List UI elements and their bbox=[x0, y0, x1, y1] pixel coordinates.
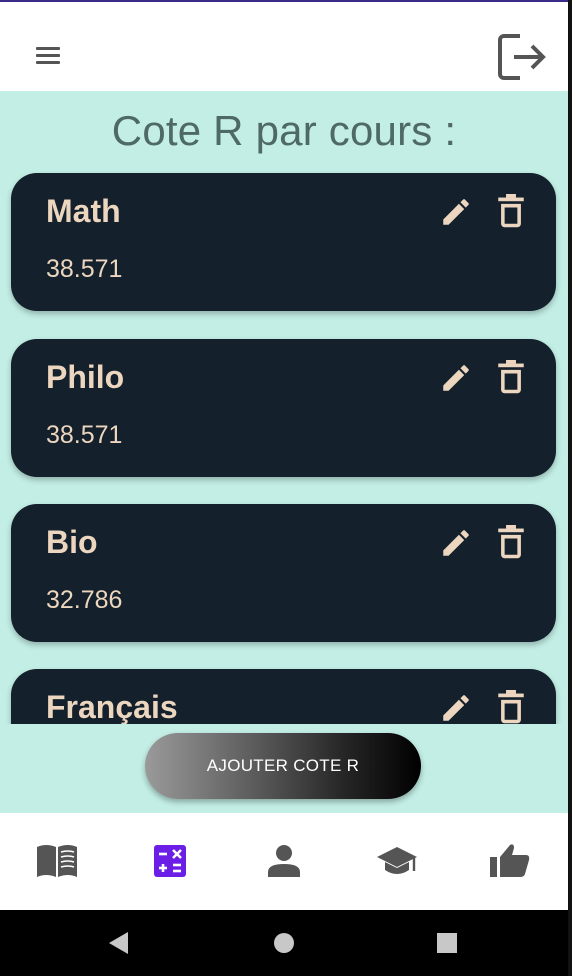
system-navigation-bar bbox=[0, 910, 568, 976]
course-card[interactable]: Bio 32.786 bbox=[11, 504, 556, 642]
nav-item-profile[interactable] bbox=[262, 841, 306, 881]
course-cote-r: 32.786 bbox=[46, 586, 123, 614]
menu-icon-bar bbox=[36, 47, 60, 50]
nav-item-rate[interactable] bbox=[488, 841, 532, 881]
course-cote-r: 38.571 bbox=[46, 255, 123, 283]
add-cote-r-button[interactable]: AJOUTER COTE R bbox=[145, 733, 421, 799]
trash-icon bbox=[498, 525, 524, 559]
page-title: Cote R par cours : bbox=[111, 107, 457, 154]
main-content: Cote R par cours : Math 38.571 Philo 38.… bbox=[0, 91, 568, 813]
recents-icon[interactable] bbox=[436, 932, 458, 954]
book-open-icon bbox=[37, 845, 77, 877]
course-list[interactable]: Math 38.571 Philo 38.571 Bio 32.786 Fran… bbox=[0, 171, 568, 724]
person-icon bbox=[268, 845, 300, 877]
pencil-icon bbox=[443, 199, 469, 225]
course-name: Philo bbox=[46, 359, 125, 395]
course-name: Math bbox=[46, 193, 121, 229]
logout-button[interactable] bbox=[496, 32, 550, 82]
delete-button[interactable] bbox=[496, 360, 526, 394]
bottom-navigation bbox=[0, 813, 568, 910]
course-cote-r: 38.571 bbox=[46, 421, 123, 449]
course-card[interactable]: Math 38.571 bbox=[11, 173, 556, 311]
nav-item-calculator[interactable] bbox=[150, 841, 194, 881]
app-screen: Cote R par cours : Math 38.571 Philo 38.… bbox=[0, 0, 568, 976]
course-card[interactable]: Philo 38.571 bbox=[11, 339, 556, 477]
thumbs-up-icon bbox=[490, 844, 530, 877]
edit-button[interactable] bbox=[439, 195, 473, 229]
home-icon[interactable] bbox=[272, 931, 296, 955]
nav-item-courses[interactable] bbox=[35, 841, 79, 881]
trash-icon bbox=[498, 194, 524, 228]
calculator-icon bbox=[154, 845, 186, 877]
edit-button[interactable] bbox=[439, 526, 473, 560]
nav-item-school[interactable] bbox=[375, 841, 419, 881]
pencil-icon bbox=[443, 530, 469, 556]
edit-button[interactable] bbox=[439, 691, 473, 724]
app-bar bbox=[0, 2, 568, 91]
back-icon[interactable] bbox=[106, 930, 130, 956]
trash-icon bbox=[498, 360, 524, 394]
course-card[interactable]: Français bbox=[11, 669, 556, 724]
menu-icon-bar bbox=[36, 61, 60, 64]
pencil-icon bbox=[443, 365, 469, 391]
pencil-icon bbox=[443, 695, 469, 721]
menu-button[interactable] bbox=[30, 42, 66, 70]
delete-button[interactable] bbox=[496, 525, 526, 559]
screen-edge bbox=[568, 0, 572, 976]
delete-button[interactable] bbox=[496, 690, 526, 724]
graduation-cap-icon bbox=[377, 847, 417, 874]
trash-icon bbox=[498, 690, 524, 724]
logout-icon bbox=[498, 34, 546, 80]
delete-button[interactable] bbox=[496, 194, 526, 228]
edit-button[interactable] bbox=[439, 361, 473, 395]
menu-icon-bar bbox=[36, 54, 60, 57]
course-name: Bio bbox=[46, 524, 98, 560]
course-name: Français bbox=[46, 689, 178, 724]
